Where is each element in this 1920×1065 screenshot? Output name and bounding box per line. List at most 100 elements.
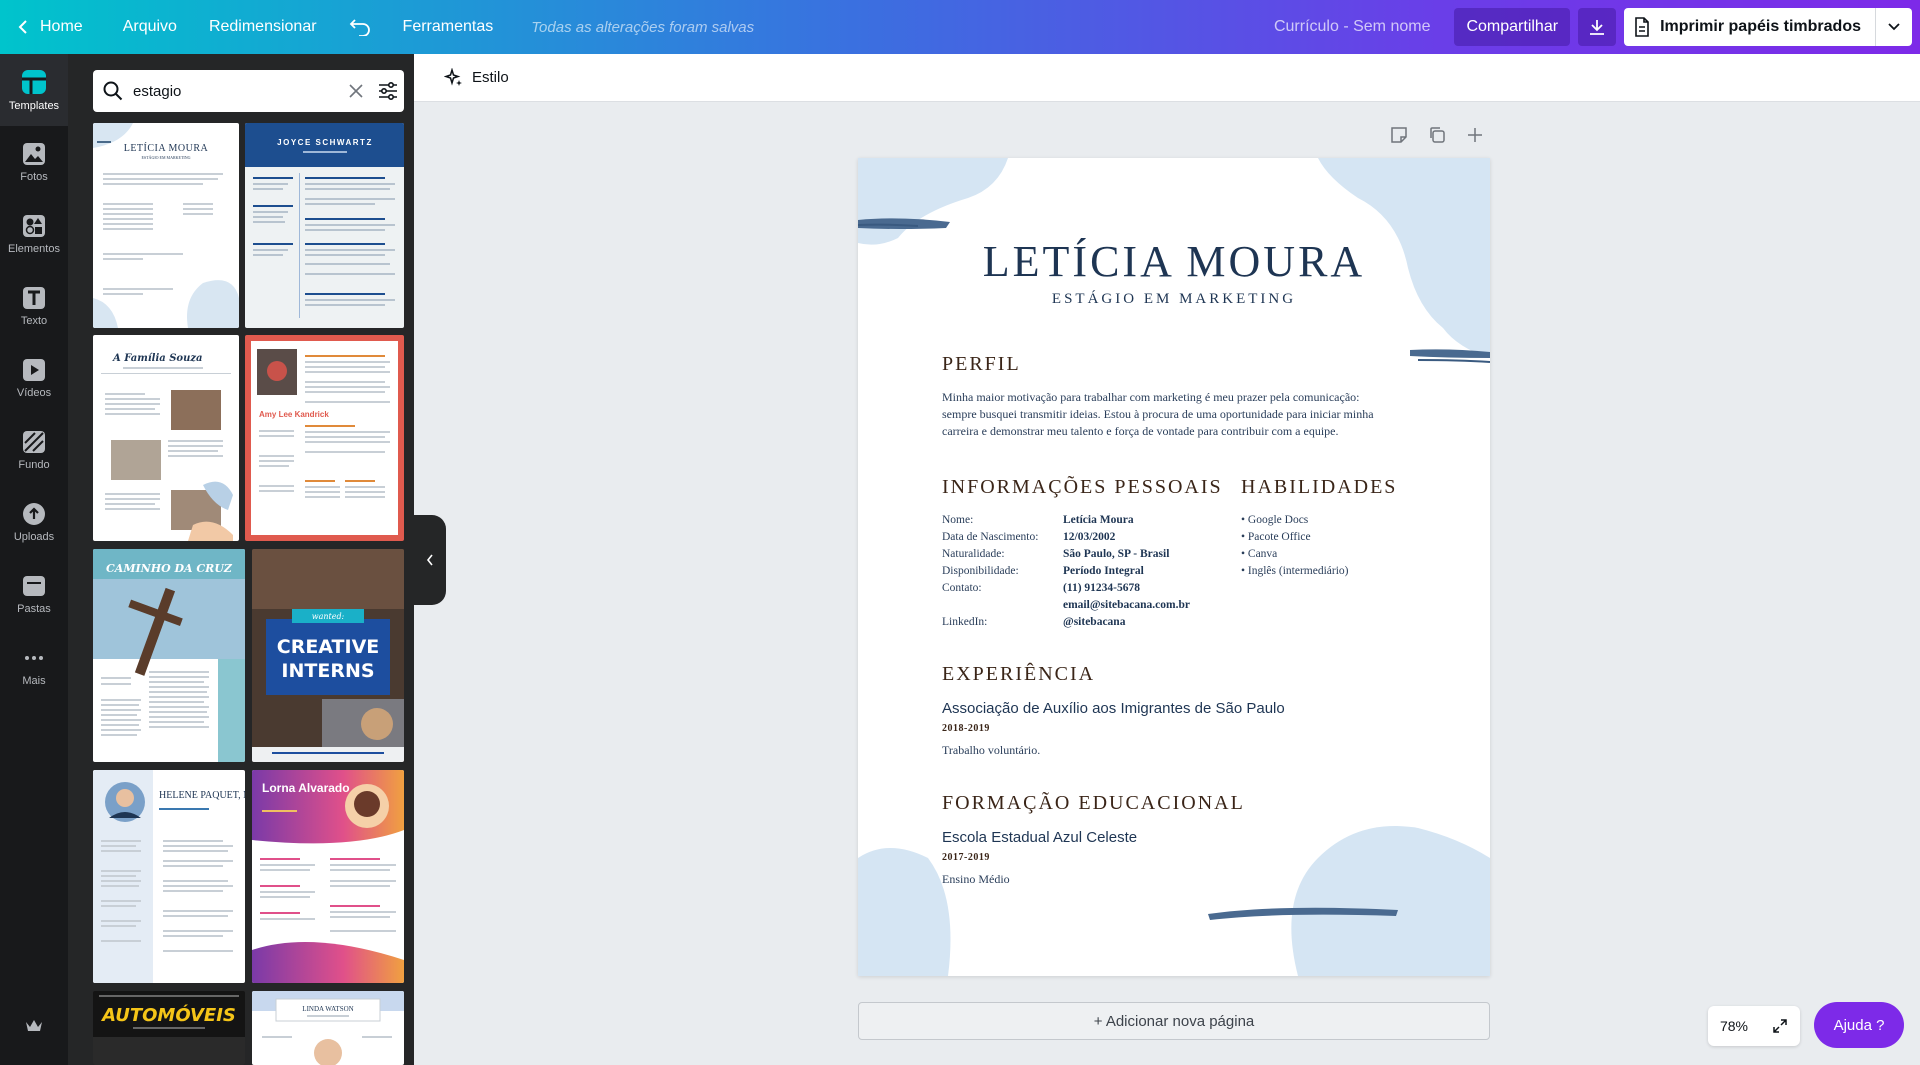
experience-organization[interactable]: Associação de Auxílio aos Imigrantes de … (942, 700, 1285, 717)
template-thumbnail-automoveis[interactable]: AUTOMÓVEIS (93, 991, 245, 1065)
style-label: Estilo (472, 69, 509, 86)
clear-search-button[interactable] (340, 70, 372, 112)
education-description[interactable]: Ensino Médio (942, 871, 1010, 888)
info-value[interactable]: @sitebacana (1063, 616, 1125, 628)
photos-icon (23, 142, 45, 165)
background-icon (23, 430, 45, 453)
template-thumbnail-creative-interns[interactable]: wanted: CREATIVE INTERNS (252, 549, 404, 762)
help-button[interactable]: Ajuda ? (1814, 1002, 1904, 1048)
template-thumbnail-joyce[interactable]: JOYCE SCHWARTZ (245, 123, 404, 328)
template-thumbnail-helene-paquet[interactable]: HELENE PAQUET, MD (93, 770, 245, 983)
skill-label: Google Docs (1247, 514, 1309, 526)
zoom-control[interactable]: 78% (1708, 1006, 1800, 1046)
education-heading[interactable]: FORMAÇÃO EDUCACIONAL (942, 792, 1245, 815)
resize-button[interactable]: Redimensionar (193, 0, 333, 54)
template-thumbnail-leticia[interactable]: LETÍCIA MOURA ESTÁGIO EM MARKETING (93, 123, 239, 328)
skills-heading[interactable]: HABILIDADES (1241, 476, 1397, 499)
close-icon (349, 84, 363, 98)
experience-years[interactable]: 2018-2019 (942, 723, 990, 734)
rail-item-text[interactable]: Texto (0, 270, 68, 342)
template-thumbnail-familia-souza[interactable]: A Família Souza (93, 335, 239, 541)
undo-icon (349, 19, 370, 36)
template-thumbnail-linda-watson[interactable]: LINDA WATSON (252, 991, 404, 1065)
profile-line[interactable]: Minha maior motivação para trabalhar com… (942, 389, 1359, 406)
template-thumbnail-caminho-da-cruz[interactable]: CAMINHO DA CRUZ (93, 549, 245, 762)
info-value[interactable]: (11) 91234-5678 (1063, 582, 1140, 594)
rail-label: Fundo (18, 458, 50, 471)
fullscreen-icon[interactable] (1772, 1018, 1788, 1034)
tools-menu[interactable]: Ferramentas (387, 0, 510, 54)
search-input[interactable] (133, 82, 340, 100)
info-label[interactable]: Nome: (942, 514, 973, 526)
rail-item-more[interactable]: Mais (0, 630, 68, 702)
share-button[interactable]: Compartilhar (1454, 8, 1571, 46)
profile-line[interactable]: sempre busquei transmitir ideias. Estou … (942, 406, 1374, 423)
style-button[interactable]: Estilo (444, 67, 509, 88)
rail-item-uploads[interactable]: Uploads (0, 486, 68, 558)
filter-button[interactable] (372, 70, 404, 112)
add-page-button[interactable]: + Adicionar nova página (858, 1002, 1490, 1040)
profile-heading[interactable]: PERFIL (942, 353, 1021, 376)
skill-item[interactable]: • Pacote Office (1241, 531, 1311, 543)
rail-item-photos[interactable]: Fotos (0, 126, 68, 198)
chevron-down-icon (1888, 23, 1900, 31)
info-value[interactable]: Período Integral (1063, 565, 1144, 577)
rail-item-templates[interactable]: Templates (0, 54, 68, 126)
resume-role[interactable]: ESTÁGIO EM MARKETING (858, 291, 1490, 308)
thumb-text: INTERNS (281, 660, 374, 682)
thumb-text: ESTÁGIO EM MARKETING (141, 155, 190, 160)
profile-line[interactable]: carreira e demonstrar meu talento e forç… (942, 423, 1338, 440)
collapse-panel-button[interactable] (414, 515, 446, 605)
rail-item-videos[interactable]: Vídeos (0, 342, 68, 414)
resume-name[interactable]: LETÍCIA MOURA (858, 236, 1490, 287)
education-school[interactable]: Escola Estadual Azul Celeste (942, 829, 1137, 846)
print-button[interactable]: Imprimir papéis timbrados (1624, 8, 1876, 46)
print-button-group: Imprimir papéis timbrados (1624, 8, 1912, 46)
thumb-text: LINDA WATSON (302, 1005, 353, 1013)
file-menu[interactable]: Arquivo (107, 0, 193, 54)
rail-item-background[interactable]: Fundo (0, 414, 68, 486)
info-value[interactable]: 12/03/2002 (1063, 531, 1115, 543)
info-value[interactable]: São Paulo, SP - Brasil (1063, 548, 1169, 560)
experience-description[interactable]: Trabalho voluntário. (942, 742, 1040, 759)
info-label[interactable]: Data de Nascimento: (942, 531, 1038, 543)
template-thumbnail-amy-lee[interactable]: Amy Lee Kandrick (245, 335, 404, 541)
skill-label: Pacote Office (1247, 531, 1311, 543)
skill-item[interactable]: • Canva (1241, 548, 1277, 560)
info-label[interactable]: Naturalidade: (942, 548, 1005, 560)
home-button[interactable]: Home (0, 0, 107, 54)
elements-icon (23, 214, 45, 237)
crown-icon (26, 1019, 42, 1031)
editor-toolbar: Estilo (414, 54, 1920, 102)
info-value[interactable]: email@sitebacana.com.br (1063, 599, 1190, 611)
info-label[interactable]: Disponibilidade: (942, 565, 1019, 577)
print-options-button[interactable] (1876, 8, 1912, 46)
resume-page[interactable]: LETÍCIA MOURA ESTÁGIO EM MARKETING PERFI… (858, 158, 1490, 976)
info-value[interactable]: Letícia Moura (1063, 514, 1134, 526)
personal-info-heading[interactable]: INFORMAÇÕES PESSOAIS (942, 476, 1223, 499)
template-thumbnail-lorna-alvarado[interactable]: Lorna Alvarado (252, 770, 404, 983)
duplicate-page-icon[interactable] (1428, 126, 1446, 144)
education-years[interactable]: 2017-2019 (942, 852, 990, 863)
thumb-text: CREATIVE (277, 636, 380, 658)
zoom-level[interactable]: 78% (1720, 1018, 1748, 1034)
info-label[interactable]: LinkedIn: (942, 616, 987, 628)
download-button[interactable] (1578, 8, 1617, 46)
experience-heading[interactable]: EXPERIÊNCIA (942, 663, 1095, 686)
note-icon[interactable] (1390, 126, 1408, 144)
rail-item-elements[interactable]: Elementos (0, 198, 68, 270)
document-name[interactable]: Currículo - Sem nome (1274, 18, 1431, 36)
info-label[interactable]: Contato: (942, 582, 982, 594)
filter-icon (379, 82, 397, 100)
premium-crown-button[interactable] (0, 992, 68, 1064)
skill-item[interactable]: • Inglês (intermediário) (1241, 565, 1349, 577)
rail-item-folders[interactable]: Pastas (0, 558, 68, 630)
add-page-icon[interactable] (1466, 126, 1484, 144)
save-status: Todas as alterações foram salvas (531, 18, 755, 36)
document-icon (1635, 17, 1649, 37)
skill-label: Inglês (intermediário) (1247, 565, 1349, 577)
skill-item[interactable]: • Google Docs (1241, 514, 1308, 526)
folders-icon (23, 575, 45, 596)
rail-label: Texto (20, 314, 48, 327)
undo-button[interactable] (333, 0, 387, 54)
